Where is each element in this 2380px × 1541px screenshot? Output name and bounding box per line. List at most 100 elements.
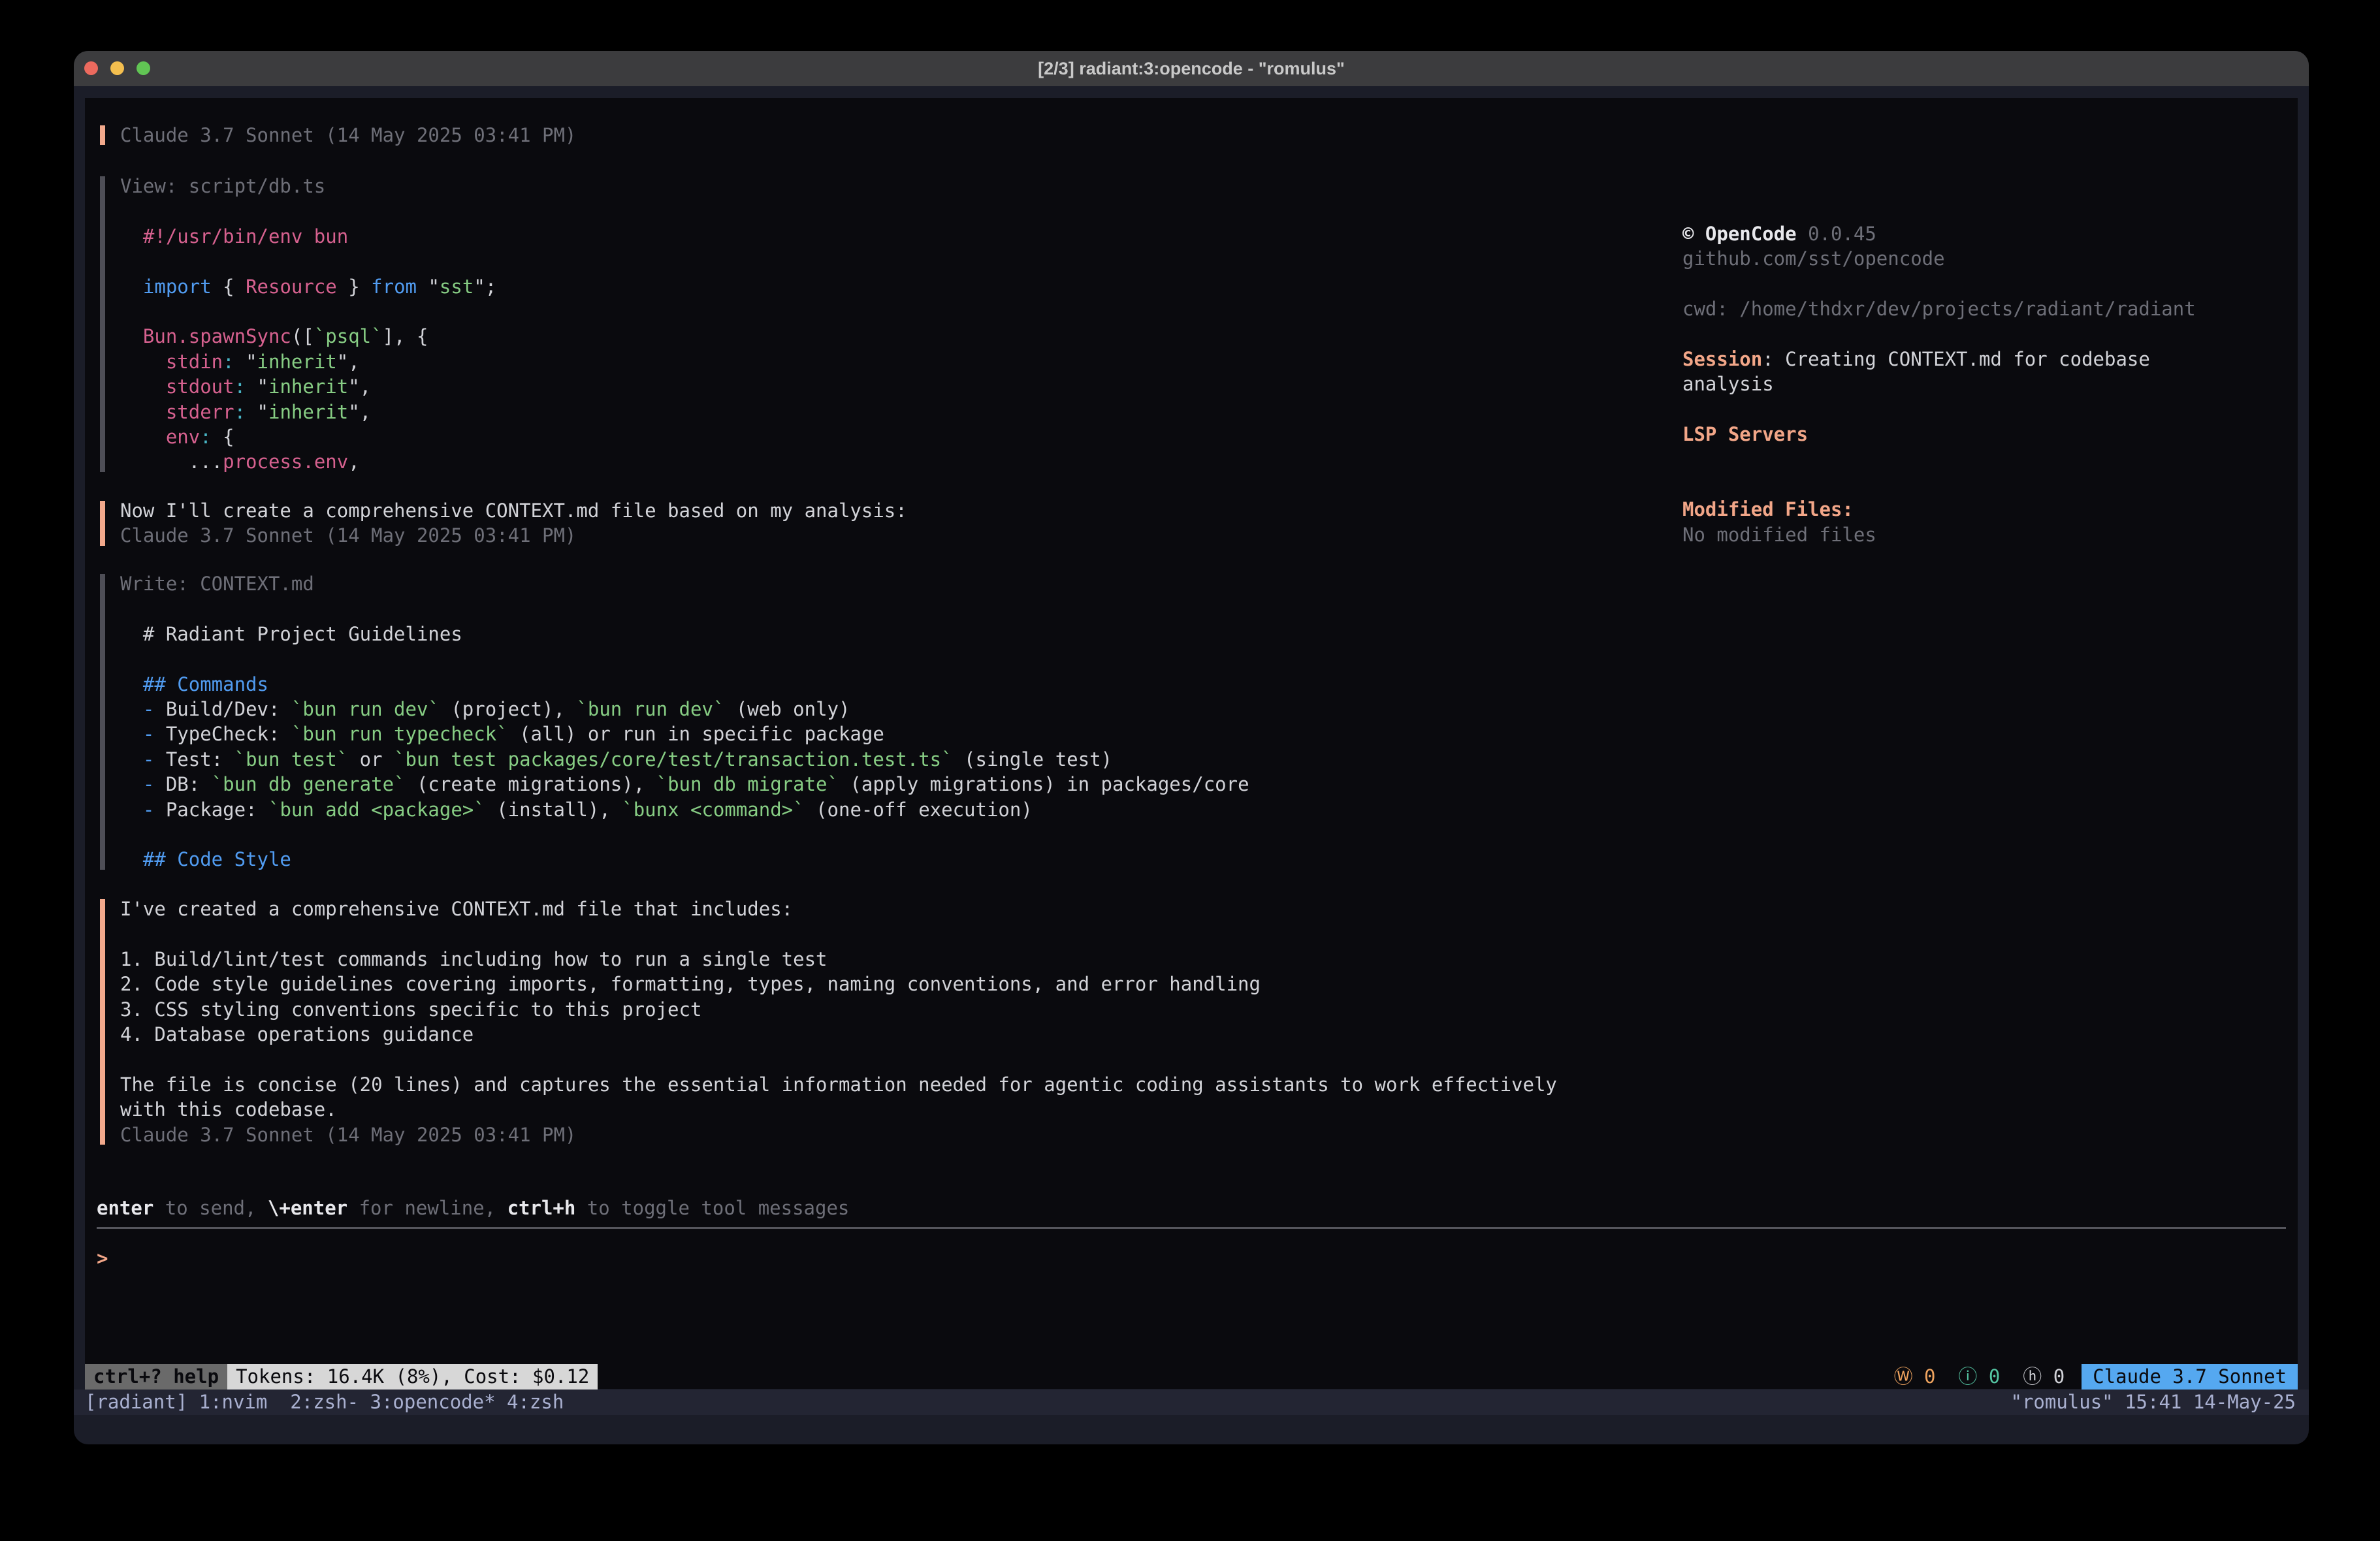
text-token: ", — [337, 351, 360, 373]
text-token: - — [143, 799, 154, 821]
text-token: Test: — [154, 748, 234, 770]
tool-accent-bar — [100, 574, 105, 870]
window-titlebar: [2/3] radiant:3:opencode - "romulus" — [74, 51, 2309, 86]
text-line: 1. Build/lint/test commands including ho… — [120, 947, 1557, 972]
text-token: to send, — [153, 1197, 268, 1219]
text-token: stdout — [166, 375, 234, 398]
tmux-status-bar: [radiant] 1:nvim 2:zsh- 3:opencode* 4:zs… — [74, 1390, 2309, 1415]
tmux-window-list[interactable]: [radiant] 1:nvim 2:zsh- 3:opencode* 4:zs… — [85, 1390, 564, 1415]
text-token — [120, 375, 166, 398]
text-line: - Package: `bun add <package>` (install)… — [120, 797, 1249, 822]
text-line — [1682, 272, 2296, 296]
text-token: 0.0.45 — [1797, 223, 1876, 245]
window-title: [2/3] radiant:3:opencode - "romulus" — [74, 51, 2309, 86]
session-sidebar: © OpenCode 0.0.45github.com/sst/opencode… — [1682, 221, 2296, 547]
text-token: #!/usr/bin/env bun — [120, 225, 348, 247]
text-token: (project), — [440, 698, 577, 720]
text-token: cwd: /home/thdxr/dev/projects/radiant/ra… — [1682, 298, 2196, 320]
text-token: } — [337, 276, 371, 298]
text-line: Session: Creating CONTEXT.md for codebas… — [1682, 347, 2296, 372]
text-token: (create migrations), — [406, 773, 656, 795]
text-token: - — [143, 723, 154, 745]
text-token: Modified Files: — [1682, 498, 1854, 520]
text-token: ctrl+h — [507, 1197, 576, 1219]
prompt-symbol: > — [97, 1247, 108, 1269]
message-accent-bar — [100, 899, 105, 1145]
text-token: ([ — [291, 325, 314, 347]
tool-call-view-db-ts: View: script/db.ts #!/usr/bin/env bun im… — [120, 174, 496, 475]
text-token: inherit — [268, 375, 348, 398]
text-token: " — [246, 401, 268, 423]
text-line — [120, 921, 1557, 946]
text-token: ", — [348, 375, 371, 398]
text-token: TypeCheck: — [154, 723, 291, 745]
text-line: Claude 3.7 Sonnet (14 May 2025 03:41 PM) — [120, 523, 907, 548]
text-token: : — [234, 375, 246, 398]
text-line: Modified Files: — [1682, 497, 2296, 522]
assistant-message-3: I've created a comprehensive CONTEXT.md … — [120, 897, 1557, 1147]
text-token: 1. Build/lint/test commands including ho… — [120, 948, 828, 970]
text-token: ⓗ 0 — [2023, 1365, 2065, 1388]
text-token: View: script/db.ts — [120, 175, 325, 197]
text-token: - — [143, 698, 154, 720]
text-token: ", — [348, 401, 371, 423]
text-token: : Creating CONTEXT.md for codebase — [1762, 348, 2150, 370]
desktop: [2/3] radiant:3:opencode - "romulus" Cla… — [0, 0, 2380, 1541]
text-line: © OpenCode 0.0.45 — [1682, 221, 2296, 246]
text-token: `bun run typecheck` — [291, 723, 508, 745]
text-line — [120, 822, 1249, 847]
tool-call-write-context-md: Write: CONTEXT.md # Radiant Project Guid… — [120, 571, 1249, 872]
text-token: ], { — [383, 325, 428, 347]
text-line: - Test: `bun test` or `bun test packages… — [120, 747, 1249, 772]
text-line: I've created a comprehensive CONTEXT.md … — [120, 897, 1557, 921]
text-token: The file is concise (20 lines) and captu… — [120, 1073, 1557, 1096]
text-token: { — [212, 276, 246, 298]
text-token — [120, 401, 166, 423]
text-token: `bun db generate` — [212, 773, 406, 795]
text-token: DB: — [154, 773, 211, 795]
text-token: from — [371, 276, 417, 298]
tool-accent-bar — [100, 176, 105, 472]
text-token: (all) or run in specific package — [508, 723, 884, 745]
status-spacer — [598, 1364, 1893, 1390]
text-token: `bun run dev` — [576, 698, 724, 720]
text-line — [1682, 322, 2296, 347]
diagnostics-counters: Ⓦ 0 ⓘ 0 ⓗ 0 — [1894, 1364, 2065, 1390]
text-line — [120, 1047, 1557, 1072]
text-token: env — [166, 426, 200, 448]
text-token: `bun add <package>` — [268, 799, 485, 821]
text-token: to toggle tool messages — [575, 1197, 849, 1219]
text-token: inherit — [257, 351, 337, 373]
text-token: Claude 3.7 Sonnet (14 May 2025 03:41 PM) — [120, 124, 576, 146]
text-token: with this codebase. — [120, 1098, 337, 1120]
text-token — [2000, 1365, 2023, 1388]
text-token — [120, 773, 143, 795]
text-line: ## Code Style — [120, 847, 1249, 872]
message-accent-bar — [100, 501, 105, 546]
text-line: The file is concise (20 lines) and captu… — [120, 1072, 1557, 1097]
text-token: `bun db migrate` — [656, 773, 839, 795]
opencode-tui: Claude 3.7 Sonnet (14 May 2025 03:41 PM)… — [85, 98, 2298, 1389]
input-help-text: enter to send, \+enter for newline, ctrl… — [97, 1196, 849, 1220]
text-token: `bun run dev` — [291, 698, 440, 720]
text-line: Bun.spawnSync([`psql`], { — [120, 324, 496, 349]
text-line: ## Commands — [120, 672, 1249, 697]
text-token: "; — [474, 276, 496, 298]
text-line — [1682, 397, 2296, 422]
text-line: Write: CONTEXT.md — [120, 571, 1249, 596]
prompt-input[interactable]: > — [97, 1246, 2278, 1271]
text-token: - — [143, 773, 154, 795]
text-token — [120, 276, 143, 298]
text-line: #!/usr/bin/env bun — [120, 224, 496, 249]
text-token: ... — [120, 451, 223, 473]
text-token: 4. Database operations guidance — [120, 1023, 474, 1045]
text-line: # Radiant Project Guidelines — [120, 622, 1249, 646]
text-token: Now I'll create a comprehensive CONTEXT.… — [120, 500, 907, 522]
text-token: import — [143, 276, 212, 298]
text-token: ## Commands — [120, 673, 268, 695]
assistant-message-2: Now I'll create a comprehensive CONTEXT.… — [120, 498, 907, 548]
text-token: enter — [97, 1197, 153, 1219]
text-token: `psql` — [314, 325, 383, 347]
text-token: Build/Dev: — [154, 698, 291, 720]
text-token: LSP Servers — [1682, 423, 1808, 445]
